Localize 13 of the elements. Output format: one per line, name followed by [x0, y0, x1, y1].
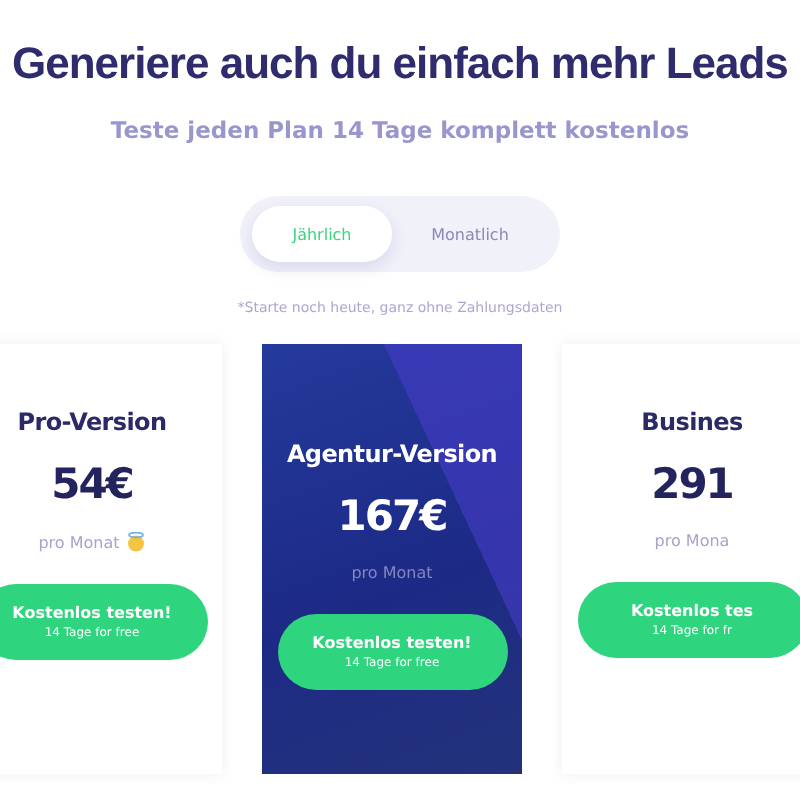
billing-option[interactable]: Jährlich: [252, 206, 392, 263]
plan-name: Busines: [641, 408, 743, 437]
plan-price: 167€: [337, 492, 447, 541]
price-period: pro Monat: [351, 564, 433, 583]
plan-price: 291: [651, 460, 733, 509]
page-heading: Generiere auch du einfach mehr Leads: [12, 40, 788, 89]
plan-name: Pro-Version: [17, 408, 167, 437]
plan-price: 54€: [51, 460, 133, 509]
price-period: pro Mona: [654, 532, 730, 551]
plan-name: Agentur-Version: [286, 440, 498, 469]
billing-option[interactable]: Monatlich: [400, 206, 540, 263]
page-subheading: Teste jeden Plan 14 Tage komplett kostenlos: [110, 116, 690, 145]
price-period: pro Monat: [38, 533, 120, 552]
